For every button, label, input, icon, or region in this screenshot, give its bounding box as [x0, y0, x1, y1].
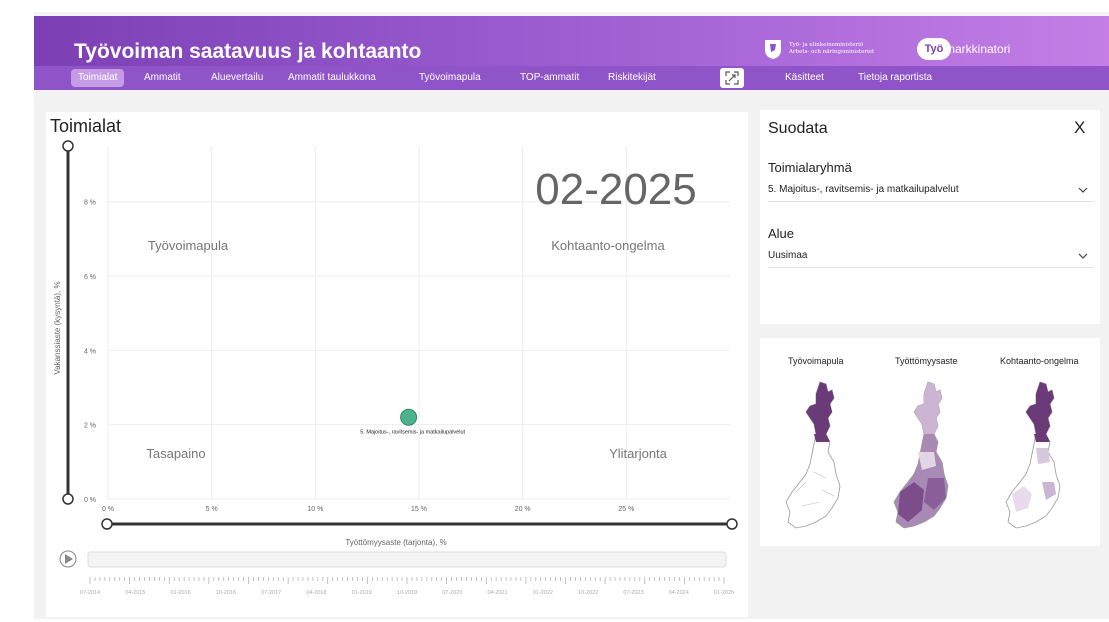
timeline-label: 01-2016	[170, 590, 190, 596]
quadrant-top-right: Kohtaanto-ongelma	[551, 238, 665, 253]
nav-bar: Toimialat Ammatit Aluevertailu Ammatit t…	[34, 66, 1109, 90]
y-tick-label: 6 %	[84, 274, 96, 281]
x-tick-label: 20 %	[515, 506, 531, 513]
close-button[interactable]: X	[1074, 118, 1085, 138]
coat-of-arms-icon	[765, 40, 781, 59]
timeline-label: 07-2014	[80, 590, 100, 596]
report-header: Työvoiman saatavuus ja kohtaanto Työ- ja…	[34, 16, 1109, 90]
group-value: 5. Majoitus-, ravitsemis- ja matkailupal…	[768, 184, 959, 195]
finland-maps	[785, 381, 1061, 529]
x-tick-label: 0 %	[102, 506, 114, 513]
report-app: Työvoiman saatavuus ja kohtaanto Työ- ja…	[34, 12, 1109, 619]
timeline-label: 04-2018	[306, 590, 326, 596]
map-tyovoimapula	[785, 381, 841, 529]
y-tick-label: 2 %	[84, 423, 96, 430]
y-tick-labels: 0 % 2 % 4 % 6 % 8 %	[84, 200, 96, 504]
timeline-ticks: 07-2014 04-2015 01-2016 10-2016 07-2017 04-20…	[80, 577, 734, 596]
x-axis-label: Työttömyysaste (tarjonta), %	[345, 538, 446, 547]
filter-title: Suodata	[768, 120, 828, 137]
tab-ammatit[interactable]: Ammatit	[137, 69, 188, 87]
timeline-label: 04-2015	[125, 590, 145, 596]
x-tick-labels: 0 % 5 % 10 % 15 % 20 % 25 %	[102, 506, 634, 513]
timeline-label: 10-2019	[397, 590, 417, 596]
group-label: Toimialaryhmä	[768, 160, 852, 175]
timeline-label: 07-2023	[623, 590, 643, 596]
report-title: Työvoiman saatavuus ja kohtaanto	[74, 40, 422, 63]
logo-text: markkinatori	[945, 42, 1011, 56]
maps-panel: Työvoimapula Työttömyysaste Kohtaanto-on…	[760, 338, 1100, 546]
y-tick-label: 8 %	[84, 200, 96, 207]
quadrant-bottom-left: Tasapaino	[146, 446, 205, 461]
data-points: 5. Majoitus-, ravitsemis- ja matkailupal…	[360, 408, 466, 435]
data-point-label: 5. Majoitus-, ravitsemis- ja matkailupal…	[360, 429, 465, 435]
scatter-chart-card: Toimialat 02-2025 Työvoimapula Kohtaanto…	[46, 112, 748, 617]
chevron-down-icon	[1078, 253, 1088, 259]
ministry-line-fi: Työ- ja elinkeinoministeriö	[789, 42, 864, 48]
group-dropdown[interactable]: 5. Majoitus-, ravitsemis- ja matkailupal…	[768, 178, 1094, 202]
chevron-down-icon	[1078, 187, 1088, 193]
tab-tyovoimapula[interactable]: Työvoimapula	[412, 69, 488, 87]
tab-aluevertailu[interactable]: Aluevertailu	[204, 69, 270, 87]
date-label: 02-2025	[535, 165, 696, 214]
expand-button[interactable]	[720, 68, 744, 88]
ministry-name: Työ- ja elinkeinoministeriö Arbets- och …	[789, 42, 899, 56]
area-value: Uusimaa	[768, 250, 808, 261]
y-slider-handle-bottom[interactable]	[62, 493, 74, 505]
timeline-label: 01-2019	[352, 590, 372, 596]
filter-panel: Suodata X Toimialaryhmä 5. Majoitus-, ra…	[760, 110, 1100, 324]
tab-top-ammatit[interactable]: TOP-ammatit	[513, 69, 586, 87]
area-dropdown[interactable]: Uusimaa	[768, 244, 1094, 268]
timeline-track[interactable]	[87, 551, 727, 568]
x-tick-label: 5 %	[206, 506, 218, 513]
quadrant-bottom-right: Ylitarjonta	[609, 446, 668, 461]
tab-ammatit-taulukkona[interactable]: Ammatit taulukkona	[281, 69, 383, 87]
timeline-label: 04-2024	[669, 590, 689, 596]
area-label: Alue	[768, 226, 795, 241]
x-tick-label: 15 %	[411, 506, 427, 513]
tab-tietoja-raportista[interactable]: Tietoja raportista	[851, 69, 939, 87]
expand-icon	[725, 71, 739, 85]
ministry-line-sv: Arbets- och näringsministeriet	[789, 49, 875, 55]
timeline-label: 10-2016	[216, 590, 236, 596]
timeline-label: 10-2022	[578, 590, 598, 596]
scatter-chart: 02-2025 Työvoimapula Kohtaanto-ongelma T…	[53, 140, 738, 596]
timeline-label: 04-2021	[487, 590, 507, 596]
x-slider-handle-right[interactable]	[726, 518, 738, 530]
y-slider-handle-top[interactable]	[62, 140, 74, 152]
y-axis-label: Vakanssiaste (kysyntä), %	[53, 281, 62, 374]
logos: Työ- ja elinkeinoministeriö Arbets- och …	[762, 38, 1010, 60]
timeline-label: 01-2025	[714, 590, 734, 596]
y-tick-label: 0 %	[84, 497, 96, 504]
data-point[interactable]	[400, 408, 418, 426]
x-tick-label: 10 %	[307, 506, 323, 513]
quadrant-top-left: Työvoimapula	[148, 238, 229, 253]
timeline-label: 01-2022	[533, 590, 553, 596]
tab-toimialat[interactable]: Toimialat	[71, 69, 125, 87]
tab-kasitteet[interactable]: Käsitteet	[778, 69, 831, 87]
map-kohtaanto-ongelma	[1005, 381, 1061, 529]
tab-riskitekijat[interactable]: Riskitekijät	[601, 69, 663, 87]
timeline-label: 07-2020	[442, 590, 462, 596]
x-slider-handle-left[interactable]	[101, 518, 113, 530]
map-tyottomyysaste	[893, 381, 949, 529]
tyomarkkinatori-logo: Työ markkinatori	[917, 38, 1010, 60]
timeline-label: 07-2017	[261, 590, 281, 596]
y-tick-label: 4 %	[84, 348, 96, 355]
chart-card-title: Toimialat	[50, 116, 122, 136]
x-tick-label: 25 %	[618, 506, 634, 513]
